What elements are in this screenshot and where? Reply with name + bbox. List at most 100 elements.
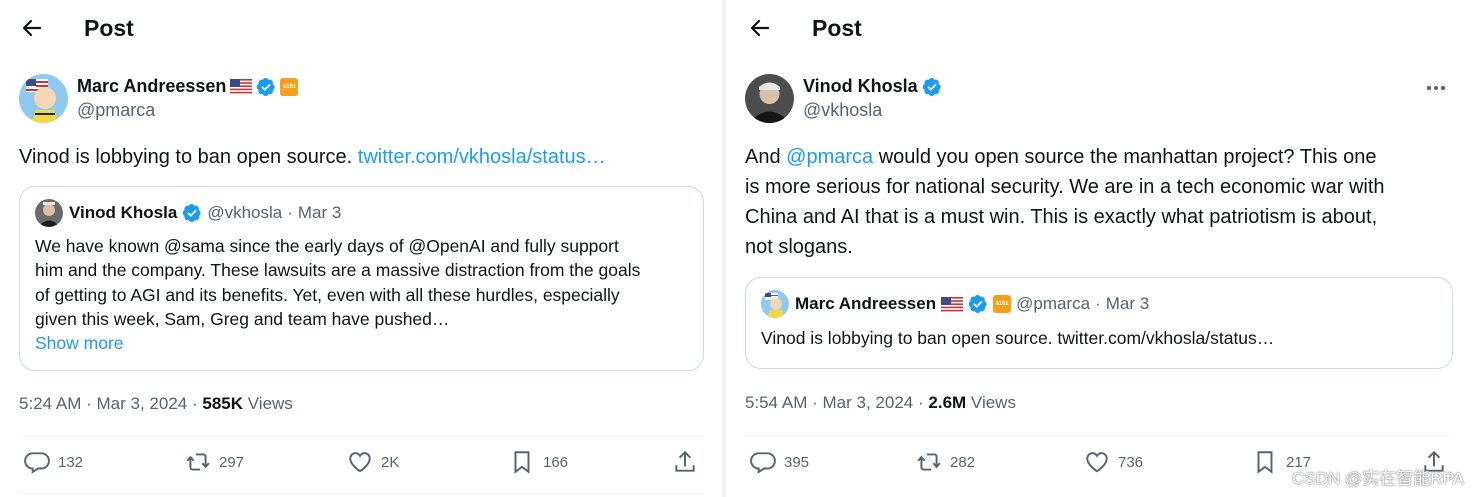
views-label: Views (966, 393, 1016, 412)
quoted-author-name: Marc Andreessen (795, 294, 937, 313)
us-flag-icon (941, 297, 963, 312)
back-arrow-icon (748, 16, 772, 40)
more-options-button[interactable] (1424, 78, 1448, 98)
repost-count: 282 (950, 453, 976, 471)
reply-icon (750, 449, 776, 475)
bookmark-icon (1252, 449, 1278, 475)
like-button[interactable]: 2K (347, 449, 399, 475)
bookmark-button[interactable]: 166 (509, 449, 568, 475)
more-dots-icon (1427, 86, 1445, 90)
post-header: Post (18, 10, 134, 46)
quoted-avatar-image (35, 199, 63, 227)
quoted-text-line: him and the company. These lawsuits are … (35, 260, 641, 281)
quoted-author-handle: @pmarca (1016, 294, 1091, 313)
repost-button[interactable]: 297 (185, 449, 244, 475)
author-name[interactable]: Vinod Khosla (803, 76, 918, 97)
post-meta: 5:54 AM · Mar 3, 2024 · 2.6M Views (745, 393, 1016, 413)
separator-dot: · (1095, 294, 1101, 313)
separator-dot: · (287, 203, 293, 222)
bookmark-count: 166 (543, 453, 569, 471)
like-button[interactable]: 736 (1084, 449, 1143, 475)
back-button[interactable] (18, 14, 46, 42)
back-button[interactable] (746, 14, 774, 42)
like-count: 736 (1118, 453, 1144, 471)
post-date[interactable]: Mar 3, 2024 (97, 394, 188, 413)
separator-dot: · (812, 393, 818, 412)
like-icon (1084, 449, 1110, 475)
tweet-text-line: And @pmarca would you open source the ma… (745, 142, 1455, 172)
divider (19, 436, 704, 437)
avatar[interactable] (19, 74, 68, 123)
divider (19, 493, 704, 494)
quoted-text-line: given this week, Sam, Greg and team have… (35, 308, 450, 329)
quoted-text: We have known @sama since the early days… (35, 234, 688, 331)
tweet-text-line: not slogans. (745, 236, 853, 258)
repost-count: 297 (219, 453, 245, 471)
views-label: Views (243, 394, 293, 413)
quoted-tweet[interactable]: Vinod Khosla @vkhosla · Mar 3 We have kn… (19, 186, 704, 371)
verified-badge-icon (182, 203, 202, 223)
tweet-text: And @pmarca would you open source the ma… (745, 142, 1455, 262)
post-time[interactable]: 5:24 AM (19, 394, 81, 413)
affiliate-badge-icon[interactable]: a16z (280, 77, 299, 96)
author-name[interactable]: Marc Andreessen (77, 76, 226, 97)
action-bar: 132 297 2K 166 (19, 449, 704, 481)
tweet-link[interactable]: twitter.com/vkhosla/status… (358, 146, 606, 168)
reply-icon (24, 449, 50, 475)
quoted-author-name: Vinod Khosla (69, 203, 178, 222)
repost-icon (185, 449, 211, 475)
affiliate-badge-icon: a16z (993, 295, 1012, 313)
reply-count: 395 (784, 453, 810, 471)
tweet-text-line: is more serious for national security. W… (745, 176, 1385, 198)
page-title: Post (812, 14, 862, 41)
quoted-text-line: We have known @sama since the early days… (35, 236, 619, 256)
back-arrow-icon (20, 16, 44, 40)
share-button[interactable] (672, 449, 698, 475)
author-handle[interactable]: @vkhosla (803, 100, 942, 121)
us-flag-icon (230, 79, 252, 94)
repost-icon (916, 449, 942, 475)
post-author[interactable]: Vinod Khosla @vkhosla (745, 74, 942, 123)
like-icon (347, 449, 373, 475)
post-author[interactable]: Marc Andreessen a16z @pmarca (19, 74, 299, 123)
tweet-text-segment: And (745, 146, 787, 168)
separator-dot: · (86, 394, 92, 413)
separator-dot: · (917, 393, 924, 412)
like-count: 2K (381, 453, 400, 471)
verified-badge-icon (968, 294, 988, 314)
author-handle[interactable]: @pmarca (77, 100, 298, 121)
tweet-text-segment: would you open source the manhattan proj… (873, 146, 1377, 168)
post-panel-right: Post Vinod Khosla @vkhosla And @pmarca w… (726, 0, 1478, 497)
separator-dot: · (191, 394, 198, 413)
quoted-text: Vinod is lobbying to ban open source. tw… (761, 328, 1275, 348)
views-count: 585K (202, 394, 244, 413)
divider (745, 435, 1453, 436)
post-header: Post (746, 10, 862, 46)
avatar-image (745, 74, 794, 123)
quoted-avatar (35, 199, 63, 227)
avatar[interactable] (745, 74, 794, 123)
quoted-date: Mar 3 (297, 203, 342, 222)
quoted-author-handle: @vkhosla (207, 203, 283, 222)
watermark: CSDN @实在智能RPA (1292, 469, 1464, 488)
tweet-body: Vinod is lobbying to ban open source. (19, 146, 358, 168)
tweet-text-line: China and AI that is a must win. This is… (745, 206, 1378, 228)
reply-button[interactable]: 395 (750, 449, 809, 475)
mention-link[interactable]: @pmarca (786, 146, 873, 168)
verified-badge-icon[interactable] (256, 77, 276, 97)
tweet-text: Vinod is lobbying to ban open source. tw… (19, 142, 606, 172)
views-count: 2.6M (928, 393, 967, 412)
show-more-link[interactable]: Show more (35, 331, 688, 355)
repost-button[interactable]: 282 (916, 449, 975, 475)
post-time[interactable]: 5:54 AM (745, 393, 807, 412)
avatar-image (19, 74, 68, 123)
reply-count: 132 (58, 453, 84, 471)
share-icon (672, 449, 698, 475)
verified-badge-icon[interactable] (922, 77, 942, 97)
quoted-date: Mar 3 (1105, 294, 1150, 313)
quoted-avatar-image (761, 290, 789, 318)
reply-button[interactable]: 132 (24, 449, 83, 475)
quoted-tweet[interactable]: Marc Andreessen a16z @pmarca · Mar 3 Vin… (745, 277, 1453, 369)
quoted-avatar (761, 290, 789, 318)
post-date[interactable]: Mar 3, 2024 (823, 393, 914, 412)
